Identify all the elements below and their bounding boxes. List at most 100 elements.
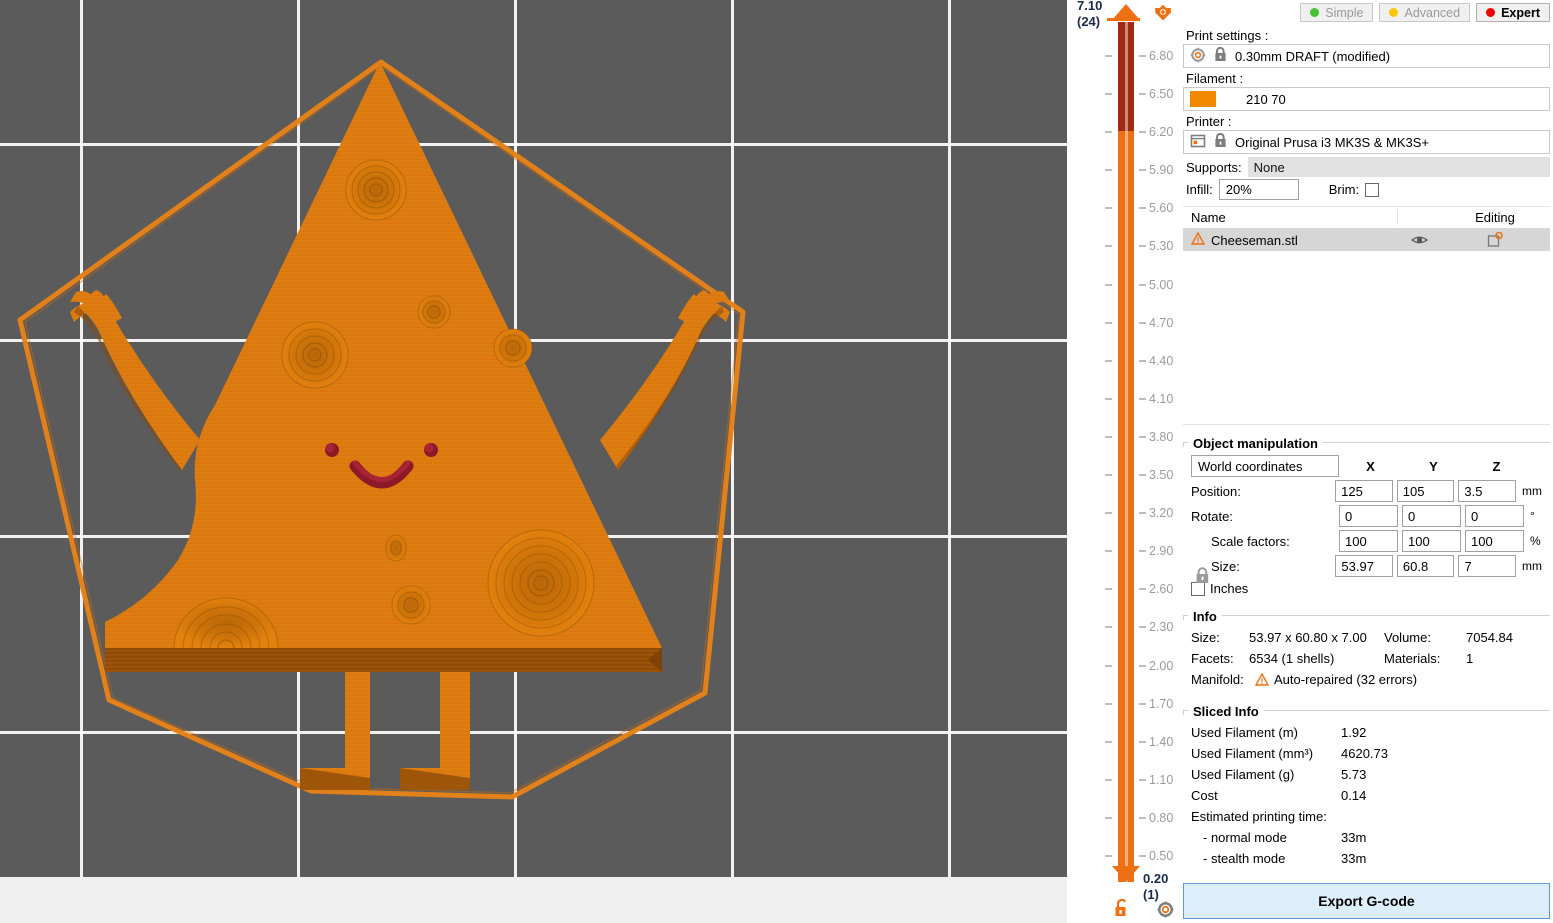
filament-color-swatch <box>1190 91 1216 107</box>
axis-label-y: Y <box>1402 459 1465 474</box>
field-scalefactors-x[interactable]: 100 <box>1339 530 1398 552</box>
inches-row: Inches <box>1191 581 1542 596</box>
layer-tick-right <box>1139 169 1146 171</box>
sliced-info-label: Used Filament (g) <box>1191 764 1341 785</box>
layer-tick-right <box>1139 512 1146 514</box>
printer-value: Original Prusa i3 MK3S & MK3S+ <box>1235 135 1543 150</box>
coordinate-space-select[interactable]: World coordinates <box>1191 455 1339 477</box>
sliced-info-value: 33m <box>1341 827 1366 848</box>
supports-row: Supports: None <box>1186 157 1550 177</box>
edit-layers-icon[interactable] <box>1440 232 1550 248</box>
layer-tick-right <box>1139 626 1146 628</box>
filament-combo[interactable]: 210 70 <box>1183 87 1550 111</box>
printer-combo[interactable]: Original Prusa i3 MK3S & MK3S+ <box>1183 130 1550 154</box>
brim-checkbox[interactable] <box>1365 183 1379 197</box>
layer-tick-right <box>1139 741 1146 743</box>
print-settings-combo[interactable]: 0.30mm DRAFT (modified) <box>1183 44 1550 68</box>
brim-label: Brim: <box>1329 182 1359 197</box>
layer-tick-left <box>1105 817 1112 819</box>
mode-button-advanced[interactable]: Advanced <box>1379 3 1470 22</box>
info-manifold-label: Manifold: <box>1191 669 1249 690</box>
layer-tick-right <box>1139 665 1146 667</box>
layer-tick-right <box>1139 588 1146 590</box>
export-gcode-label: Export G-code <box>1318 893 1414 909</box>
layer-slider[interactable]: 7.10 (24) 6.806.506.205.905.605.305.004.… <box>1067 0 1180 923</box>
layer-tick-left <box>1105 436 1112 438</box>
mode-button-simple[interactable]: Simple <box>1300 3 1373 22</box>
sliced-info-title: Sliced Info <box>1188 704 1264 719</box>
sliced-info-row: Estimated printing time: <box>1191 806 1542 827</box>
layer-slider-highlight <box>1125 22 1128 882</box>
table-row[interactable]: Cheeseman.stl <box>1183 229 1550 251</box>
info-volume-value: 7054.84 <box>1466 627 1513 648</box>
infill-row: Infill: 20% Brim: <box>1186 179 1550 200</box>
manipulation-row-unit: ° <box>1530 509 1535 523</box>
sliced-info-label: - stealth mode <box>1191 848 1341 869</box>
manipulation-row-size: Size:53.9760.87mm <box>1191 555 1542 577</box>
layer-tick-right <box>1139 436 1146 438</box>
sliced-info-value: 4620.73 <box>1341 743 1388 764</box>
mode-dot-icon <box>1486 8 1495 17</box>
field-rotate-z[interactable]: 0 <box>1465 505 1524 527</box>
layer-slider-lower-thumb[interactable] <box>1112 866 1140 882</box>
layer-tick-left <box>1105 741 1112 743</box>
lock-icon[interactable] <box>1214 133 1227 151</box>
field-size-x[interactable]: 53.97 <box>1335 555 1393 577</box>
layer-tick-left <box>1105 93 1112 95</box>
mode-button-label: Advanced <box>1404 6 1460 20</box>
layer-tick-left <box>1105 322 1112 324</box>
layer-tick-left <box>1105 703 1112 705</box>
mode-button-label: Simple <box>1325 6 1363 20</box>
lock-icon[interactable] <box>1214 47 1227 65</box>
layer-tick-left <box>1105 474 1112 476</box>
layer-tick-label: 2.00 <box>1149 659 1173 673</box>
supports-value[interactable]: None <box>1248 157 1550 177</box>
filament-value: 210 70 <box>1224 92 1543 107</box>
infill-select[interactable]: 20% <box>1219 179 1299 200</box>
object-manipulation-title: Object manipulation <box>1188 436 1323 451</box>
right-sidebar: SimpleAdvancedExpert Print settings : <box>1180 0 1553 923</box>
layer-tick-left <box>1105 245 1112 247</box>
layer-tick-left <box>1105 588 1112 590</box>
manipulation-row-label: Scale factors: <box>1191 534 1339 549</box>
cog-icon[interactable] <box>1157 901 1174 921</box>
info-group: Info Size: 53.97 x 60.80 x 7.00 Volume: … <box>1183 606 1550 693</box>
eye-icon[interactable] <box>1398 234 1440 246</box>
field-size-y[interactable]: 60.8 <box>1397 555 1455 577</box>
layer-tick-right <box>1139 55 1146 57</box>
cog-icon <box>1190 47 1206 66</box>
warning-triangle-icon <box>1255 669 1269 690</box>
axis-label-x: X <box>1339 459 1402 474</box>
field-scalefactors-z[interactable]: 100 <box>1465 530 1524 552</box>
field-rotate-x[interactable]: 0 <box>1339 505 1398 527</box>
layer-tick-label: 5.60 <box>1149 201 1173 215</box>
inches-label: Inches <box>1210 581 1248 596</box>
layer-tick-right <box>1139 550 1146 552</box>
layer-tick-label: 2.60 <box>1149 582 1173 596</box>
field-position-z[interactable]: 3.5 <box>1458 480 1516 502</box>
unlocked-icon[interactable] <box>1114 898 1132 921</box>
layer-slider-upper-thumb[interactable] <box>1112 4 1140 20</box>
sliced-info-label: Estimated printing time: <box>1191 806 1341 827</box>
object-list: Name Editing Cheeseman.stl <box>1183 206 1550 425</box>
mode-button-label: Expert <box>1501 6 1540 20</box>
layer-tick-right <box>1139 398 1146 400</box>
field-size-z[interactable]: 7 <box>1458 555 1516 577</box>
field-scalefactors-y[interactable]: 100 <box>1402 530 1461 552</box>
lock-uniform-scale-icon[interactable] <box>1195 567 1210 587</box>
field-position-y[interactable]: 105 <box>1397 480 1455 502</box>
layer-tick-label: 2.90 <box>1149 544 1173 558</box>
layer-tick-left <box>1105 55 1112 57</box>
layer-tick-right <box>1139 779 1146 781</box>
field-rotate-y[interactable]: 0 <box>1402 505 1461 527</box>
mode-button-expert[interactable]: Expert <box>1476 3 1550 22</box>
layer-tick-label: 6.20 <box>1149 125 1173 139</box>
export-gcode-button[interactable]: Export G-code <box>1183 883 1550 919</box>
column-name: Name <box>1183 210 1398 225</box>
object-list-body[interactable]: Cheeseman.stl <box>1183 229 1550 425</box>
field-position-x[interactable]: 125 <box>1335 480 1393 502</box>
3d-viewport[interactable] <box>0 0 1067 877</box>
add-color-change-icon[interactable] <box>1152 3 1174 28</box>
layer-tick-left <box>1105 398 1112 400</box>
model-render[interactable] <box>0 0 1067 877</box>
